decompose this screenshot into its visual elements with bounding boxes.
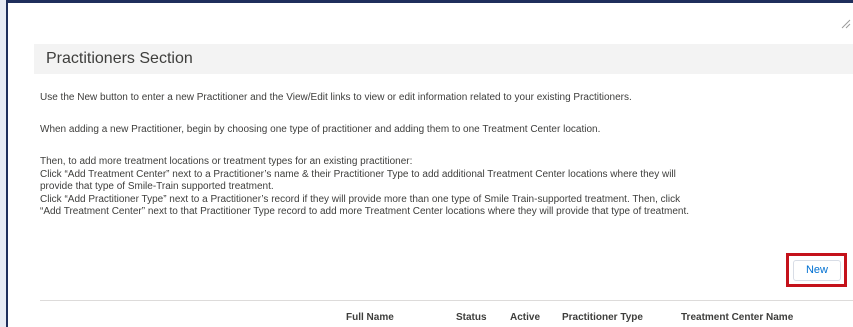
instruction-new-button: Use the New button to enter a new Practi… bbox=[40, 92, 632, 103]
instruction-adding-practitioner: When adding a new Practitioner, begin by… bbox=[40, 124, 601, 135]
instruction-add-treatment-center: Click “Add Treatment Center” next to a P… bbox=[40, 168, 676, 180]
window-left-border bbox=[0, 0, 8, 327]
instruction-more-locations-intro: Then, to add more treatment locations or… bbox=[40, 156, 413, 167]
instruction-add-treatment-center-cont: provide that type of Smile-Train support… bbox=[40, 181, 274, 193]
section-title: Practitioners Section bbox=[46, 50, 193, 67]
new-button[interactable]: New bbox=[793, 260, 841, 281]
window-top-border bbox=[0, 0, 853, 3]
section-header: Practitioners Section bbox=[34, 44, 853, 74]
instruction-add-practitioner-type-cont: “Add Treatment Center” next to that Prac… bbox=[40, 206, 690, 218]
resize-handle-icon[interactable] bbox=[841, 19, 851, 29]
instruction-add-practitioner-type: Click “Add Practitioner Type” next to a … bbox=[40, 193, 681, 205]
column-header-full-name[interactable]: Full Name bbox=[346, 312, 394, 324]
column-header-practitioner-type[interactable]: Practitioner Type bbox=[562, 312, 643, 324]
new-button-highlight: New bbox=[786, 253, 847, 287]
column-header-status[interactable]: Status bbox=[456, 312, 487, 324]
table-top-divider bbox=[40, 300, 853, 301]
column-header-treatment-center-name[interactable]: Treatment Center Name bbox=[681, 312, 793, 324]
column-header-active[interactable]: Active bbox=[510, 312, 540, 324]
practitioners-panel: Practitioners Section Use the New button… bbox=[0, 0, 853, 327]
